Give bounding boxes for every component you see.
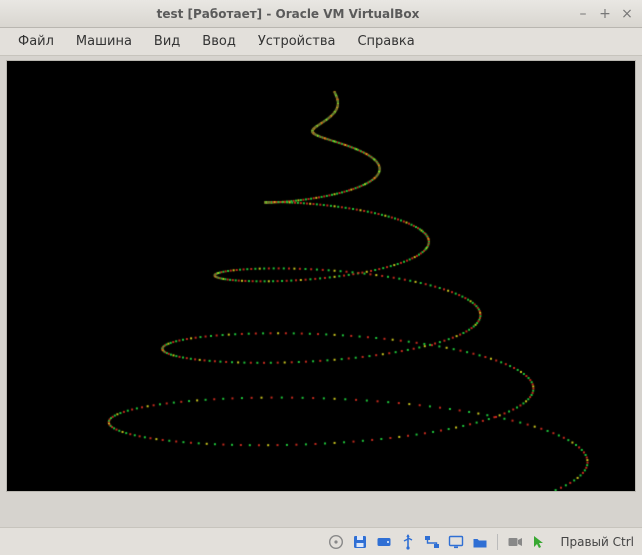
menu-devices[interactable]: Устройства xyxy=(248,30,346,53)
host-key-label: Правый Ctrl xyxy=(554,535,634,549)
menu-machine[interactable]: Машина xyxy=(66,30,142,53)
minimize-button[interactable]: – xyxy=(574,5,592,23)
mouse-capture-icon[interactable] xyxy=(530,533,548,551)
maximize-button[interactable]: + xyxy=(596,5,614,23)
display-icon[interactable] xyxy=(447,533,465,551)
close-button[interactable]: × xyxy=(618,5,636,23)
window-title: test [Работает] - Oracle VM VirtualBox xyxy=(6,7,570,21)
menubar: Файл Машина Вид Ввод Устройства Справка xyxy=(0,28,642,56)
cd-icon[interactable] xyxy=(327,533,345,551)
menu-help[interactable]: Справка xyxy=(347,30,424,53)
status-separator xyxy=(497,534,498,550)
guest-framebuffer xyxy=(7,61,635,491)
floppy-icon[interactable] xyxy=(351,533,369,551)
titlebar: test [Работает] - Oracle VM VirtualBox –… xyxy=(0,0,642,28)
shared-folder-icon[interactable] xyxy=(471,533,489,551)
menu-file[interactable]: Файл xyxy=(8,30,64,53)
menu-input[interactable]: Ввод xyxy=(192,30,246,53)
usb-icon[interactable] xyxy=(399,533,417,551)
hdd-icon[interactable] xyxy=(375,533,393,551)
recording-icon[interactable] xyxy=(506,533,524,551)
statusbar: Правый Ctrl xyxy=(0,527,642,555)
vm-display[interactable] xyxy=(6,60,636,492)
menu-view[interactable]: Вид xyxy=(144,30,190,53)
network-icon[interactable] xyxy=(423,533,441,551)
